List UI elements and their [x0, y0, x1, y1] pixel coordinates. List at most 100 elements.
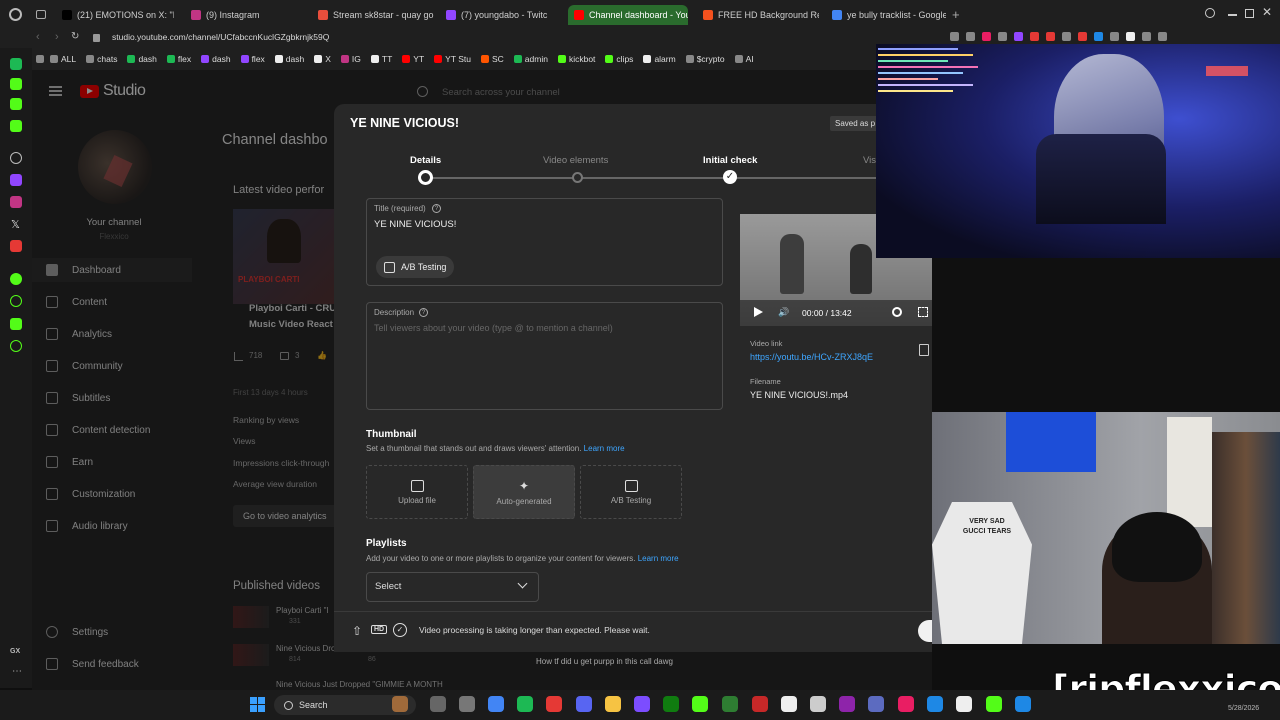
bookmark-item[interactable]: dash [127, 54, 157, 64]
youtube-icon[interactable] [10, 240, 22, 252]
volume-icon[interactable]: 🔊 [778, 307, 789, 318]
extension-icons[interactable] [950, 32, 1250, 44]
xbox-icon[interactable] [663, 696, 679, 712]
gx-icon[interactable]: GX [10, 648, 20, 655]
obs-icon[interactable] [634, 696, 650, 712]
opera-icon[interactable] [546, 696, 562, 712]
browser-tab[interactable]: Stream sk8star - quay go [312, 5, 434, 25]
spotify-icon[interactable] [517, 696, 533, 712]
step-initial-check[interactable]: Initial check [703, 155, 757, 166]
app-icon-11[interactable] [1015, 696, 1031, 712]
ext-icon-2[interactable] [10, 78, 22, 90]
bookmark-item[interactable]: kickbot [557, 54, 595, 64]
description-field[interactable]: Description ? Tell viewers about your vi… [366, 302, 723, 410]
thumbnail-learn-more-link[interactable]: Learn more [584, 444, 625, 453]
ab-testing-option[interactable]: A/B Testing [580, 465, 682, 519]
widget-icon[interactable] [392, 696, 408, 712]
maximize-icon[interactable] [1245, 9, 1254, 18]
app-icon-5[interactable] [839, 696, 855, 712]
auto-generated-option[interactable]: ✦ Auto-generated [473, 465, 575, 519]
step-details[interactable]: Details [410, 155, 441, 166]
x-icon[interactable]: 𝕏 [11, 218, 20, 231]
bookmark-item[interactable]: TT [370, 54, 392, 64]
bookmark-item[interactable]: chats [86, 54, 117, 64]
bookmark-item[interactable]: YT [402, 54, 424, 64]
bookmark-item[interactable]: flex [166, 54, 191, 64]
app-icon-8[interactable] [927, 696, 943, 712]
browser-tab[interactable]: (9) Instagram [185, 5, 303, 25]
browser-logo-icon[interactable] [9, 8, 22, 21]
instagram-icon[interactable] [10, 196, 22, 208]
bookmark-item[interactable]: clips [605, 54, 633, 64]
description-help-icon[interactable]: ? [419, 308, 428, 317]
playlists-learn-more-link[interactable]: Learn more [638, 554, 679, 563]
next-button[interactable] [918, 620, 932, 642]
bookmark-item[interactable]: IG [340, 54, 361, 64]
app-icon-7[interactable] [898, 696, 914, 712]
clock-icon[interactable] [10, 295, 22, 307]
app-icon-1[interactable] [692, 696, 708, 712]
tab-strip-icon[interactable] [36, 10, 46, 19]
chatgpt-icon[interactable] [10, 152, 22, 164]
ext-icon-6[interactable] [10, 318, 22, 330]
chatgpt-app-icon[interactable] [810, 696, 826, 712]
app-icon-2[interactable] [722, 696, 738, 712]
ab-testing-chip[interactable]: A/B Testing [376, 256, 455, 278]
chrome-icon[interactable] [488, 696, 504, 712]
ext-icon-1[interactable] [10, 58, 22, 70]
browser-tab[interactable]: (21) EMOTIONS on X: "Nin [56, 5, 174, 25]
bookmark-item[interactable]: X [314, 54, 331, 64]
app-icon-10[interactable] [986, 696, 1002, 712]
settings-ext-icon[interactable] [10, 340, 22, 352]
help-icon[interactable]: ? [432, 204, 441, 213]
minimize-icon[interactable] [1228, 14, 1237, 16]
browser-tab[interactable]: ye bully tracklist - Google [826, 5, 946, 25]
playlist-select[interactable]: Select [366, 572, 539, 602]
step-visibility[interactable]: Vis [863, 155, 876, 166]
copy-icon[interactable] [919, 344, 929, 356]
more-icon[interactable]: ⋯ [12, 666, 22, 677]
bookmark-item[interactable]: $crypto [685, 54, 725, 64]
app-icon-9[interactable] [956, 696, 972, 712]
file-explorer-icon[interactable] [605, 696, 621, 712]
forward-icon[interactable]: › [55, 31, 59, 43]
browser-tab[interactable]: Channel dashboard - You [568, 5, 688, 25]
fullscreen-icon[interactable] [918, 307, 928, 317]
title-field[interactable]: Title (required) ? YE NINE VICIOUS! A/B … [366, 198, 723, 286]
ext-icon-5[interactable] [10, 273, 22, 285]
search-tabs-icon[interactable] [1205, 8, 1215, 18]
back-icon[interactable]: ‹ [36, 31, 40, 43]
address-input[interactable]: studio.youtube.com/channel/UCfabccnKuclG… [112, 32, 329, 42]
ext-icon-3[interactable] [10, 98, 22, 110]
title-input[interactable]: YE NINE VICIOUS! [374, 219, 456, 230]
browser-tab[interactable]: FREE HD Background Rem [697, 5, 819, 25]
twitch-icon[interactable] [10, 174, 22, 186]
browser-tab[interactable]: (7) youngdabo - Twitc [440, 5, 562, 25]
ext-icon-4[interactable] [10, 120, 22, 132]
app-icon-6[interactable] [868, 696, 884, 712]
bookmark-item[interactable]: dash [201, 54, 231, 64]
bookmark-item[interactable]: YT Stu [434, 54, 471, 64]
upload-file-option[interactable]: Upload file [366, 465, 468, 519]
windows-start-icon[interactable] [250, 697, 265, 712]
bookmark-item[interactable]: ALL [50, 54, 76, 64]
close-window-icon[interactable]: ✕ [1262, 5, 1272, 19]
video-settings-icon[interactable] [892, 307, 902, 317]
description-input[interactable]: Tell viewers about your video (type @ to… [374, 323, 613, 333]
bookmark-item[interactable]: AI [734, 54, 754, 64]
bookmark-item[interactable]: admin [513, 54, 548, 64]
bookmark-item[interactable]: SC [480, 54, 504, 64]
bookmark-item[interactable]: flex [240, 54, 265, 64]
discord-icon[interactable] [576, 696, 592, 712]
play-icon[interactable] [754, 307, 763, 317]
new-tab-icon[interactable]: + [952, 7, 960, 22]
bookmarks-folder-icon[interactable] [36, 55, 44, 63]
reload-icon[interactable]: ↻ [71, 31, 79, 42]
app-icon-4[interactable] [781, 696, 797, 712]
settings-icon[interactable] [459, 696, 475, 712]
lock-icon[interactable] [93, 34, 100, 42]
bookmark-item[interactable]: dash [274, 54, 304, 64]
step-video-elements[interactable]: Video elements [543, 155, 608, 166]
app-icon-3[interactable] [752, 696, 768, 712]
video-link[interactable]: https://youtu.be/HCv-ZRXJ8qE [750, 352, 873, 362]
